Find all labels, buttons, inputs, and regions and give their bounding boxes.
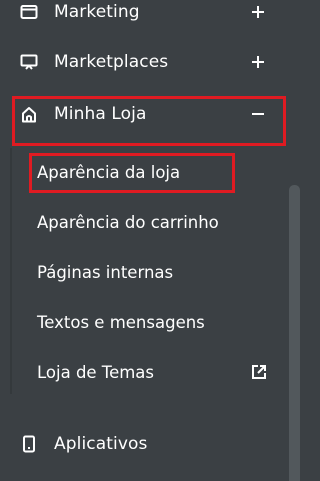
home-icon bbox=[20, 105, 38, 123]
expand-icon[interactable] bbox=[250, 54, 266, 70]
mobile-icon bbox=[20, 435, 38, 453]
menu-item-marketing[interactable]: Marketing bbox=[0, 0, 290, 30]
menu-item-label: Aplicativos bbox=[54, 434, 148, 454]
submenu-item-label: Textos e mensagens bbox=[37, 312, 205, 332]
submenu-item-label: Páginas internas bbox=[37, 262, 174, 282]
scrollbar-thumb[interactable] bbox=[289, 185, 300, 481]
collapse-icon[interactable] bbox=[250, 106, 266, 122]
menu-item-label: Marketplaces bbox=[54, 52, 169, 72]
submenu-item-paginas-internas[interactable]: Páginas internas bbox=[37, 257, 173, 287]
submenu-divider bbox=[10, 148, 12, 394]
monitor-icon bbox=[20, 53, 38, 71]
menu-item-aplicativos[interactable]: Aplicativos bbox=[0, 426, 290, 462]
external-link-icon bbox=[251, 364, 267, 380]
sidebar-menu: Marketing Marketplaces Minha Loja Aparên… bbox=[0, 0, 305, 481]
submenu-item-aparencia-da-loja[interactable]: Aparência da loja bbox=[37, 157, 180, 187]
submenu-item-loja-de-temas[interactable]: Loja de Temas bbox=[37, 357, 269, 387]
submenu-item-label: Aparência do carrinho bbox=[37, 212, 219, 232]
menu-item-label: Minha Loja bbox=[54, 104, 147, 124]
menu-item-label: Marketing bbox=[54, 2, 140, 22]
submenu-item-label: Loja de Temas bbox=[37, 362, 155, 382]
window-icon bbox=[20, 3, 38, 21]
menu-item-marketplaces[interactable]: Marketplaces bbox=[0, 44, 290, 80]
submenu-item-aparencia-do-carrinho[interactable]: Aparência do carrinho bbox=[37, 207, 219, 237]
expand-icon[interactable] bbox=[250, 4, 266, 20]
submenu-item-label: Aparência da loja bbox=[37, 162, 181, 182]
submenu-item-textos-e-mensagens[interactable]: Textos e mensagens bbox=[37, 307, 205, 337]
menu-item-minha-loja[interactable]: Minha Loja bbox=[0, 96, 290, 132]
